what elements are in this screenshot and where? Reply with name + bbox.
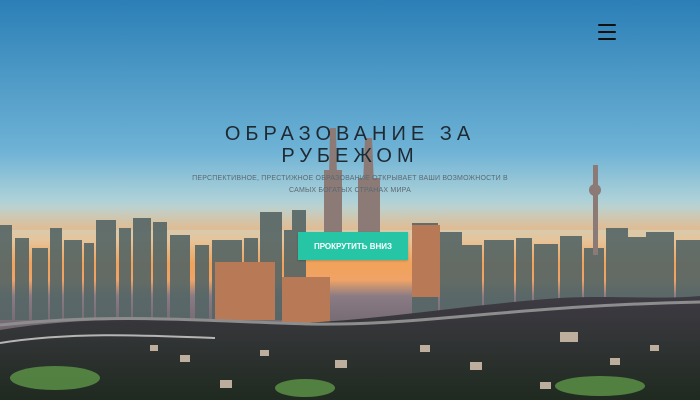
city-skyline-background	[0, 128, 700, 400]
hamburger-menu-icon-middle	[598, 31, 616, 33]
hero-section: ОБРАЗОВАНИЕ ЗА РУБЕЖОМ ПЕРСПЕКТИВНОЕ, ПР…	[0, 0, 700, 400]
hero-title-line-2: РУБЕЖОМ	[281, 145, 419, 167]
scroll-down-button[interactable]: ПРОКРУТИТЬ ВНИЗ	[298, 232, 408, 260]
hero-title: ОБРАЗОВАНИЕ ЗА РУБЕЖОМ	[0, 123, 700, 167]
hero-subtitle: ПЕРСПЕКТИВНОЕ, ПРЕСТИЖНОЕ ОБРАЗОВАНИЕ ОТ…	[192, 175, 508, 194]
hamburger-menu-icon	[598, 24, 616, 26]
menu-button[interactable]	[598, 24, 616, 40]
hamburger-menu-icon-bottom	[598, 38, 616, 40]
hero-title-line-1: ОБРАЗОВАНИЕ ЗА	[224, 123, 476, 145]
